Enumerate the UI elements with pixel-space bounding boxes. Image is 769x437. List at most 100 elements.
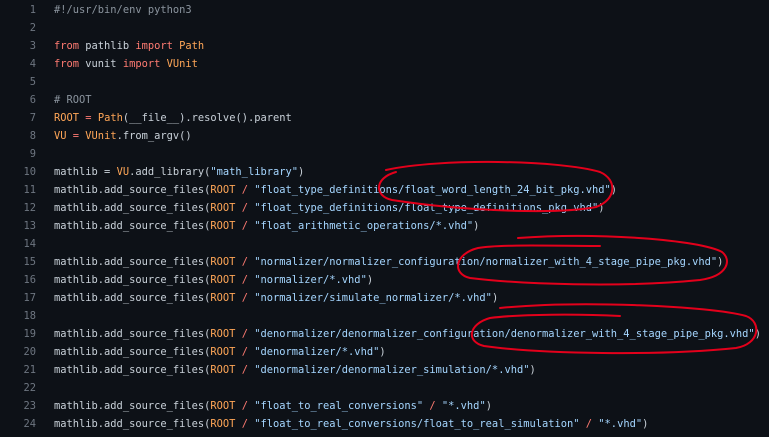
code-token: "float_arithmetic_operations/*.vhd"	[254, 220, 474, 232]
line-number: 22	[23, 382, 36, 394]
code-token: =	[79, 112, 98, 124]
code-token: "normalizer/*.vhd"	[254, 274, 367, 286]
code-line: 1 #!/usr/bin/env python3	[0, 1, 769, 19]
line-number: 5	[29, 76, 36, 88]
code-text: # ROOT	[54, 91, 92, 109]
code-token: ROOT	[210, 274, 236, 286]
code-token: /	[235, 184, 255, 196]
code-token: import	[135, 40, 173, 52]
line-number: 19	[23, 328, 36, 340]
code-token: /	[235, 418, 255, 430]
code-line: 8 VU = VUnit.from_argv()	[0, 127, 769, 145]
line-number: 21	[23, 364, 36, 376]
line-number: 17	[23, 292, 36, 304]
code-token: import	[122, 58, 161, 70]
code-token: )	[754, 328, 761, 340]
code-line: 18	[0, 307, 769, 325]
line-number: 10	[23, 166, 36, 178]
code-text: mathlib.add_source_files(ROOT / "float_a…	[54, 217, 479, 235]
code-token: )	[610, 184, 618, 196]
code-token: "float_type_definitions/float_type_defin…	[254, 202, 599, 214]
code-token: mathlib.add_source_files(	[54, 220, 211, 232]
code-token: /	[235, 256, 255, 268]
code-token: Path	[97, 112, 123, 124]
line-number: 3	[29, 40, 36, 52]
code-token: mathlib.add_source_files(	[54, 256, 211, 268]
code-line: 13 mathlib.add_source_files(ROOT / "float…	[0, 217, 769, 235]
code-token: )	[366, 274, 374, 286]
code-token: from	[54, 58, 80, 70]
code-token: "float_to_real_conversions/float_to_real…	[254, 418, 580, 430]
code-text: mathlib.add_source_files(ROOT / "denorma…	[54, 343, 386, 361]
line-number: 11	[23, 184, 36, 196]
code-text: mathlib.add_source_files(ROOT / "normali…	[54, 289, 498, 307]
code-line: 10 mathlib = VU.add_library("math_library…	[0, 163, 769, 181]
code-line: 12 mathlib.add_source_files(ROOT / "float…	[0, 199, 769, 217]
line-number: 15	[23, 256, 36, 268]
code-line: 2	[0, 19, 769, 37]
code-line: 15 mathlib.add_source_files(ROOT / "norma…	[0, 253, 769, 271]
code-token: ROOT	[210, 346, 236, 358]
code-text: mathlib.add_source_files(ROOT / "float_t…	[54, 181, 617, 199]
code-line: 24 mathlib.add_source_files(ROOT / "float…	[0, 415, 769, 433]
code-token: mathlib.add_source_files(	[54, 202, 211, 214]
code-line: 3 from pathlib import Path	[0, 37, 769, 55]
code-text: mathlib.add_source_files(ROOT / "normali…	[54, 253, 723, 271]
code-token: ROOT	[210, 364, 236, 376]
code-token: /	[579, 418, 599, 430]
code-text: mathlib.add_source_files(ROOT / "float_t…	[54, 397, 492, 415]
code-line: 17 mathlib.add_source_files(ROOT / "norma…	[0, 289, 769, 307]
line-number: 2	[29, 22, 36, 34]
code-token: )	[473, 220, 480, 232]
code-line: 20 mathlib.add_source_files(ROOT / "denor…	[0, 343, 769, 361]
code-token: /	[235, 202, 255, 214]
code-token: ROOT	[210, 256, 236, 268]
code-token: /	[235, 346, 255, 358]
code-token: VUnit	[85, 130, 117, 142]
line-number: 18	[23, 310, 36, 322]
code-line: 5	[0, 73, 769, 91]
line-number: 6	[29, 94, 36, 106]
code-token: )	[642, 418, 649, 430]
code-token: mathlib.add_source_files(	[54, 400, 211, 412]
code-viewer: 1 #!/usr/bin/env python3 2 3 from pathlib im…	[0, 0, 769, 437]
code-token: VU	[54, 130, 67, 142]
line-number: 7	[29, 112, 36, 124]
code-line: 7 ROOT = Path(__file__).resolve().parent	[0, 109, 769, 127]
line-number: 13	[23, 220, 36, 232]
code-line: 9	[0, 145, 769, 163]
code-token: ROOT	[210, 400, 236, 412]
code-token: ROOT	[210, 292, 236, 304]
code-token: mathlib.add_source_files(	[54, 364, 211, 376]
code-text: VU = VUnit.from_argv()	[54, 127, 192, 145]
code-token: )	[379, 346, 386, 358]
code-token: mathlib.add_source_files(	[54, 292, 211, 304]
code-token: VUnit	[166, 58, 198, 70]
line-number: 12	[23, 202, 36, 214]
code-token: vunit	[79, 58, 123, 70]
code-token: ROOT	[210, 202, 236, 214]
code-token: )	[485, 400, 492, 412]
line-number: 8	[29, 130, 36, 142]
code-token: (__file__).resolve().parent	[122, 112, 292, 124]
code-text: mathlib = VU.add_library("math_library")	[54, 163, 304, 181]
code-text: mathlib.add_source_files(ROOT / "float_t…	[54, 415, 648, 433]
code-text: #!/usr/bin/env python3	[54, 1, 192, 19]
code-token: mathlib.add_source_files(	[54, 418, 211, 430]
code-token: Path	[179, 40, 205, 52]
code-token: "denormalizer/denormalizer_configuration…	[254, 328, 755, 340]
code-token: mathlib.add_source_files(	[54, 346, 211, 358]
code-token: VU	[116, 166, 130, 178]
line-number: 1	[29, 4, 36, 16]
code-line: 16 mathlib.add_source_files(ROOT / "norma…	[0, 271, 769, 289]
code-token: pathlib	[79, 40, 136, 52]
code-text: from vunit import VUnit	[54, 55, 198, 73]
code-token: /	[235, 274, 255, 286]
code-text: mathlib.add_source_files(ROOT / "denorma…	[54, 325, 761, 343]
line-number: 4	[29, 58, 36, 70]
code-token: from	[54, 40, 80, 52]
code-text: mathlib.add_source_files(ROOT / "normali…	[54, 271, 373, 289]
code-token: "denormalizer/*.vhd"	[254, 346, 380, 358]
code-token: "math_library"	[210, 166, 298, 178]
line-number: 14	[23, 238, 36, 250]
